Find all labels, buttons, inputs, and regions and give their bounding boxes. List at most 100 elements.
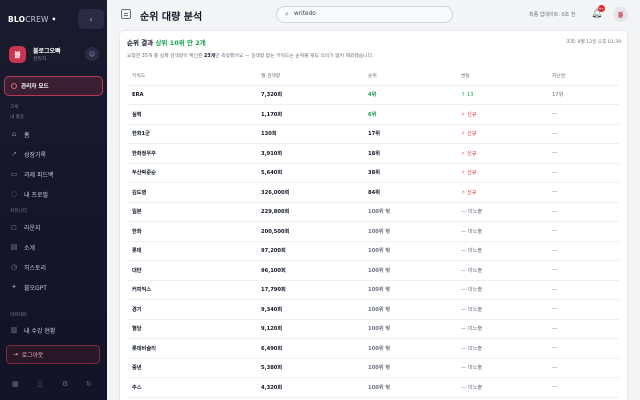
section-label-crew: 크루 bbox=[10, 105, 19, 110]
table-row[interactable]: 대만 96,100회 100위 밖 — 미노출 — bbox=[127, 260, 620, 281]
search-volume-cell: 326,000회 bbox=[261, 182, 368, 203]
sidebar: BLOCREW • ‹ 블 블로그오빠 관리자 ☺ 관리자 모드 크루 내 활동… bbox=[0, 0, 107, 400]
page-title: 순위 대량 분석 bbox=[140, 12, 203, 23]
sidebar-item-gpt[interactable]: ✦ 블오GPT bbox=[10, 281, 100, 293]
chart-icon: ↗ bbox=[11, 150, 17, 158]
previous-rank-cell: — bbox=[552, 202, 620, 222]
sidebar-item-growth[interactable]: ↗ 성장기록 bbox=[10, 148, 100, 160]
table-row[interactable]: 증년 5,380회 100위 밖 — 미노출 — bbox=[127, 358, 620, 378]
column-header-keyword[interactable]: 키워드 bbox=[127, 66, 261, 86]
rank-cell: 100위 밖 bbox=[368, 319, 461, 339]
column-header-change[interactable]: 변동 bbox=[461, 66, 552, 86]
previous-rank-cell: 17위 bbox=[552, 85, 620, 105]
column-header-rank[interactable]: 순위 bbox=[368, 66, 461, 86]
table-row[interactable]: 두산박준순 5,640회 38위 ✧ 신규 — bbox=[127, 163, 620, 183]
search-volume-cell: 17,790회 bbox=[261, 280, 368, 300]
change-cell: — 미노출 bbox=[461, 319, 552, 339]
sidebar-toggle-icon[interactable] bbox=[121, 9, 131, 19]
keyword-cell: 김도영 bbox=[127, 182, 261, 203]
sidebar-item-about[interactable]: ▤ 소개 bbox=[10, 241, 100, 253]
change-cell: ✧ 신규 bbox=[461, 182, 552, 203]
search-volume-cell: 229,800회 bbox=[261, 202, 368, 222]
change-cell: — 미노출 bbox=[461, 299, 552, 320]
keyword-cell: 대만 bbox=[127, 260, 261, 281]
search-volume-cell: 97,200회 bbox=[261, 241, 368, 261]
refresh-icon[interactable]: ↻ bbox=[86, 380, 92, 388]
keyword-cell: 증년 bbox=[127, 358, 261, 378]
table-row[interactable]: ERA 7,320회 4위 ↑ 13 17위 bbox=[127, 85, 620, 105]
profile-settings-button[interactable]: ☺ bbox=[85, 47, 99, 61]
rank-table-body: ERA 7,320회 4위 ↑ 13 17위 실력 1,170회 6위 ✧ 신규 — 한화1군 130… bbox=[127, 85, 620, 398]
rank-cell: 18위 bbox=[368, 143, 461, 164]
search-volume-cell: 1,170회 bbox=[261, 104, 368, 125]
sidebar-item-lounge[interactable]: ◻ 라운지 bbox=[10, 221, 100, 233]
table-row[interactable]: 김도영 326,000회 84위 ✧ 신규 — bbox=[127, 182, 620, 203]
rank-cell: 100위 밖 bbox=[368, 260, 461, 281]
table-row[interactable]: 롯데 97,200회 100위 밖 — 미노출 — bbox=[127, 241, 620, 261]
logout-icon: ⇥ bbox=[13, 351, 18, 358]
table-row[interactable]: 한화1군 130회 17위 ✧ 신규 — bbox=[127, 124, 620, 144]
section-label-academy: 아카데미 bbox=[10, 313, 27, 318]
change-cell: — 미노출 bbox=[461, 280, 552, 300]
table-row[interactable]: 경기 9,340회 100위 밖 — 미노출 — bbox=[127, 299, 620, 320]
rank-cell: 100위 밖 bbox=[368, 280, 461, 300]
search-volume-cell: 4,320회 bbox=[261, 377, 368, 398]
section-label-community: 커뮤니티 bbox=[10, 209, 27, 214]
keyword-cell: 롯데비슬리 bbox=[127, 338, 261, 359]
table-row[interactable]: 한화 200,500회 100위 밖 — 미노출 — bbox=[127, 221, 620, 242]
previous-rank-cell: — bbox=[552, 377, 620, 398]
sidebar-item-home[interactable]: ⌂ 홈 bbox=[10, 128, 100, 140]
notification-badge: 9+ bbox=[598, 5, 605, 12]
gpt-icon: ✦ bbox=[11, 283, 17, 291]
table-row[interactable]: 한화정우주 3,910회 18위 ✧ 신규 — bbox=[127, 143, 620, 164]
keyword-cell: 일본 bbox=[127, 202, 261, 222]
search-icon: ⌕ bbox=[285, 10, 289, 18]
change-cell: — 미노출 bbox=[461, 260, 552, 281]
search-volume-cell: 130회 bbox=[261, 124, 368, 144]
card-title: 순위 결과 상위 10위 안 2개 bbox=[127, 39, 206, 47]
table-row[interactable]: 혈당 9,120회 100위 밖 — 미노출 — bbox=[127, 319, 620, 339]
settings-icon[interactable]: ⚙ bbox=[62, 380, 68, 388]
calendar-icon[interactable]: ▦ bbox=[12, 380, 19, 388]
change-cell: ✧ 신규 bbox=[461, 143, 552, 164]
table-row[interactable]: 롯데비슬리 6,490회 100위 밖 — 미노출 — bbox=[127, 338, 620, 359]
table-row[interactable]: 일본 229,800회 100위 밖 — 미노출 — bbox=[127, 202, 620, 222]
section-label-activity: 내 활동 bbox=[10, 115, 25, 120]
logout-button[interactable]: ⇥ 로그아웃 bbox=[6, 345, 100, 364]
rank-cell: 100위 밖 bbox=[368, 358, 461, 378]
keyword-cell: 한화 bbox=[127, 221, 261, 242]
rank-cell: 100위 밖 bbox=[368, 377, 461, 398]
change-cell: — 미노출 bbox=[461, 221, 552, 242]
previous-rank-cell: — bbox=[552, 299, 620, 320]
sidebar-item-history[interactable]: ◷ 히스토리 bbox=[10, 261, 100, 273]
keyword-cell: ERA bbox=[127, 85, 261, 105]
info-icon: ▤ bbox=[10, 243, 18, 251]
column-header-previous[interactable]: 지난번 bbox=[552, 66, 620, 86]
sidebar-item-feedback[interactable]: ▭ 과제 피드백 bbox=[10, 168, 100, 180]
rank-cell: 100위 밖 bbox=[368, 299, 461, 320]
rank-cell: 100위 밖 bbox=[368, 338, 461, 359]
keyword-cell: 한화정우주 bbox=[127, 143, 261, 164]
previous-rank-cell: — bbox=[552, 241, 620, 261]
collapse-sidebar-button[interactable]: ‹ bbox=[78, 9, 104, 29]
previous-rank-cell: — bbox=[552, 280, 620, 300]
logo[interactable]: BLOCREW • bbox=[8, 15, 56, 24]
column-header-volume[interactable]: 월 검색량 bbox=[261, 66, 368, 86]
change-cell: ✧ 신규 bbox=[461, 104, 552, 125]
logo-row: BLOCREW • ‹ bbox=[8, 9, 104, 29]
table-row[interactable]: 주스 4,320회 100위 밖 — 미노출 — bbox=[127, 377, 620, 398]
table-row[interactable]: 실력 1,170회 6위 ✧ 신규 — bbox=[127, 104, 620, 125]
search-input[interactable]: ⌕ writedo bbox=[276, 6, 453, 23]
change-cell: — 미노출 bbox=[461, 338, 552, 359]
sidebar-item-my-courses[interactable]: ▥ 내 수강 현황 bbox=[10, 324, 100, 336]
admin-mode-button[interactable]: 관리자 모드 bbox=[4, 76, 103, 96]
lounge-icon: ◻ bbox=[11, 223, 17, 231]
keyword-cell: 커피믹스 bbox=[127, 280, 261, 300]
change-cell: — 미노출 bbox=[461, 241, 552, 261]
user-menu-button[interactable]: 블 bbox=[613, 7, 628, 22]
rank-cell: 38위 bbox=[368, 163, 461, 183]
sidebar-item-profile[interactable]: ◌ 내 프로필 bbox=[10, 188, 100, 200]
document-icon[interactable]: ▯ bbox=[38, 380, 42, 388]
search-volume-cell: 9,120회 bbox=[261, 319, 368, 339]
table-row[interactable]: 커피믹스 17,790회 100위 밖 — 미노출 — bbox=[127, 280, 620, 300]
